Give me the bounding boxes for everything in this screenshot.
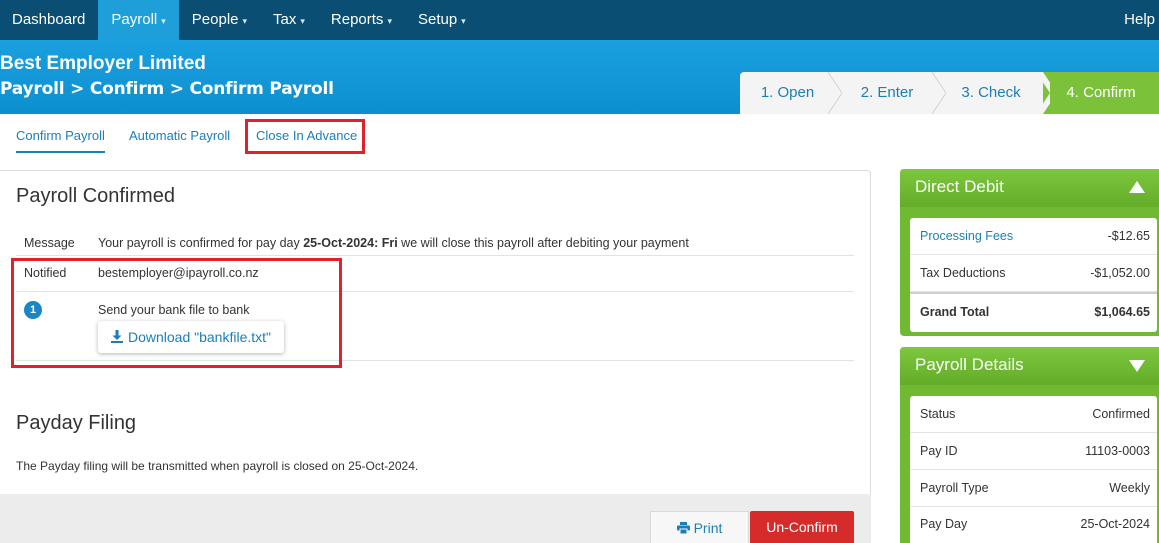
payroll-details-header[interactable]: Payroll Details <box>900 347 1159 385</box>
detail-row: Pay ID 11103-0003 <box>910 433 1157 470</box>
message-row: Message Your payroll is confirmed for pa… <box>16 228 854 256</box>
step-separator-icon <box>1036 72 1050 114</box>
status-value: Confirmed <box>1092 407 1150 421</box>
payroll-type-value: Weekly <box>1109 481 1150 495</box>
payroll-details-panel: Payroll Details Status Confirmed Pay ID … <box>900 347 1159 543</box>
chevron-down-icon: ▾ <box>242 16 248 26</box>
detail-row: Status Confirmed <box>910 396 1157 433</box>
step-check[interactable]: 3. Check <box>939 72 1043 114</box>
collapse-arrow-icon <box>1129 181 1145 193</box>
direct-debit-body: Processing Fees -$12.65 Tax Deductions -… <box>910 218 1157 332</box>
nav-tax[interactable]: Tax ▾ <box>260 0 318 40</box>
step-enter-label: 2. Enter <box>860 84 914 101</box>
pay-id-value: 11103-0003 <box>1085 444 1150 458</box>
nav-reports-label: Reports <box>330 11 384 28</box>
nav-setup-label: Setup <box>417 11 458 28</box>
payday-filing-text: The Payday filing will be transmitted wh… <box>16 459 419 473</box>
nav-payroll[interactable]: Payroll ▾ <box>98 0 179 40</box>
grand-total-row: Grand Total $1,064.65 <box>910 292 1157 329</box>
step-confirm[interactable]: 4. Confirm <box>1043 72 1159 114</box>
chevron-down-icon: ▾ <box>300 16 305 26</box>
print-button[interactable]: Print <box>650 511 749 543</box>
message-text: Your payroll is confirmed for pay day 25… <box>98 236 689 250</box>
nav-reports[interactable]: Reports ▾ <box>318 0 405 40</box>
nav-help[interactable]: Help <box>1124 0 1155 40</box>
pay-day-label: Pay Day <box>920 517 968 531</box>
top-nav: Dashboard Payroll ▾ People ▾ Tax ▾ Reports ▾… <box>0 0 1159 40</box>
nav-dashboard-label: Dashboard <box>12 11 86 28</box>
pay-day-value: 25-Oct-2024 <box>1080 517 1150 531</box>
step-open-label: 1. Open <box>760 84 815 101</box>
message-prefix: Your payroll is confirmed for pay day <box>98 236 304 250</box>
download-label: Download "bankfile.txt" <box>127 329 271 345</box>
step-separator-icon <box>828 72 842 114</box>
notified-email: bestemployer@ipayroll.co.nz <box>98 266 259 280</box>
pay-id-label: Pay ID <box>920 444 958 458</box>
nav-people-label: People <box>191 11 239 28</box>
status-label: Status <box>920 407 956 421</box>
tax-deductions-value: -$1,052.00 <box>1090 266 1150 280</box>
tab-automatic-payroll[interactable]: Automatic Payroll <box>129 128 230 143</box>
notified-row: Notified bestemployer@ipayroll.co.nz <box>16 256 854 292</box>
download-bankfile-button[interactable]: Download "bankfile.txt" <box>98 321 284 353</box>
step-separator-icon <box>932 72 946 114</box>
breadcrumb: Payroll > Confirm > Confirm Payroll <box>0 79 334 99</box>
step-open[interactable]: 1. Open <box>740 72 835 114</box>
payroll-details-title: Payroll Details <box>915 355 1024 374</box>
direct-debit-panel: Direct Debit Processing Fees -$12.65 Tax… <box>900 169 1159 336</box>
step-enter[interactable]: 2. Enter <box>835 72 939 114</box>
message-date: 25-Oct-2024: Fri <box>303 236 398 250</box>
payroll-details-body: Status Confirmed Pay ID 11103-0003 Payro… <box>910 396 1157 543</box>
bank-file-instruction: Send your bank file to bank <box>98 303 250 317</box>
chevron-down-icon: ▾ <box>387 16 392 26</box>
nav-dashboard[interactable]: Dashboard <box>0 0 98 40</box>
notified-label: Notified <box>24 266 67 280</box>
nav-tax-label: Tax <box>273 11 297 28</box>
processing-fees-link[interactable]: Processing Fees <box>920 229 1013 243</box>
processing-fees-value: -$12.65 <box>1107 229 1150 243</box>
chevron-down-icon: ▾ <box>161 16 166 26</box>
step-check-label: 3. Check <box>961 84 1021 101</box>
step-confirm-label: 4. Confirm <box>1066 84 1136 101</box>
download-icon <box>110 330 123 343</box>
payroll-steps: 1. Open 2. Enter 3. Check 4. Confirm <box>740 72 1159 114</box>
payday-filing-title: Payday Filing <box>16 412 137 434</box>
message-suffix: we will close this payroll after debitin… <box>397 236 689 250</box>
nav-setup[interactable]: Setup ▾ <box>405 0 479 40</box>
nav-people[interactable]: People ▾ <box>179 0 260 40</box>
expand-arrow-icon <box>1129 360 1145 372</box>
direct-debit-row: Tax Deductions -$1,052.00 <box>910 255 1157 292</box>
tax-deductions-label: Tax Deductions <box>920 266 1006 280</box>
unconfirm-button[interactable]: Un-Confirm <box>750 511 854 543</box>
detail-row: Payroll Type Weekly <box>910 470 1157 507</box>
section-title: Payroll Confirmed <box>16 185 175 207</box>
printer-icon <box>676 522 690 535</box>
step-number-badge: 1 <box>24 301 42 319</box>
tab-close-in-advance[interactable]: Close In Advance <box>256 128 357 143</box>
detail-row: Pay Day 25-Oct-2024 <box>910 506 1157 543</box>
direct-debit-title: Direct Debit <box>915 177 1004 196</box>
print-label: Print <box>693 520 723 536</box>
grand-total-label: Grand Total <box>920 305 990 319</box>
direct-debit-header[interactable]: Direct Debit <box>900 169 1159 207</box>
message-label: Message <box>24 236 75 250</box>
direct-debit-row: Processing Fees -$12.65 <box>910 218 1157 255</box>
nav-payroll-label: Payroll <box>111 11 158 28</box>
company-name: Best Employer Limited <box>0 53 206 74</box>
chevron-down-icon: ▾ <box>461 16 466 26</box>
tab-confirm-payroll[interactable]: Confirm Payroll <box>16 128 105 153</box>
payroll-type-label: Payroll Type <box>920 481 989 495</box>
grand-total-value: $1,064.65 <box>1094 305 1150 319</box>
